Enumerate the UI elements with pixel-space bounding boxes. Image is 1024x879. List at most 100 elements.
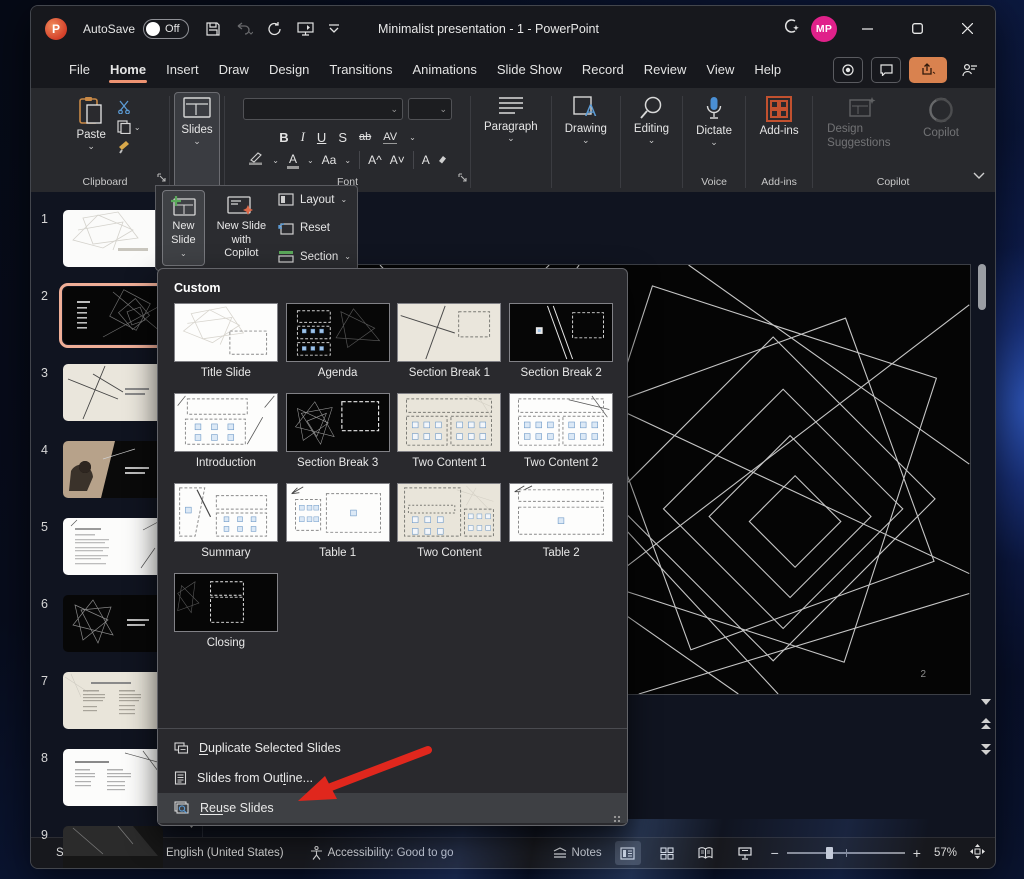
menu-item-slides-from-outline[interactable]: Slides from Outline... — [158, 763, 627, 793]
font-size-combobox[interactable]: ⌄ — [408, 98, 452, 120]
layout-two-content-2[interactable]: Two Content 2 — [505, 393, 617, 469]
cut-button[interactable] — [117, 100, 141, 114]
layout-closing[interactable]: Closing — [170, 573, 282, 649]
copilot-titlebar-icon[interactable] — [781, 16, 801, 41]
save-icon[interactable] — [205, 21, 221, 37]
zoom-slider-thumb[interactable] — [826, 847, 833, 859]
close-button[interactable] — [947, 14, 987, 44]
underline-button[interactable]: U — [317, 130, 326, 145]
paragraph-button[interactable]: Paragraph⌄ — [477, 92, 545, 145]
undo-icon[interactable] — [235, 21, 253, 36]
zoom-slider[interactable] — [787, 852, 905, 854]
layout-menu-button[interactable]: Layout⌄ — [278, 193, 351, 206]
menu-resize-grip[interactable] — [613, 815, 621, 823]
tab-file[interactable]: File — [59, 54, 100, 86]
editing-button[interactable]: Editing⌄ — [627, 92, 676, 147]
menu-item-duplicate-selected-slides[interactable]: Duplicate Selected Slides — [158, 733, 627, 763]
accessibility-status[interactable]: Accessibility: Good to go — [310, 846, 454, 860]
user-avatar[interactable]: MP — [811, 16, 837, 42]
bold-button[interactable]: B — [279, 130, 288, 145]
text-shadow-button[interactable]: S — [338, 130, 347, 145]
next-slide-button[interactable] — [981, 742, 991, 760]
layout-section-break-2[interactable]: Section Break 2 — [505, 303, 617, 379]
pen-chevron[interactable]: ⌄ — [272, 156, 279, 165]
slides-group-button[interactable]: Slides ⌄ — [174, 92, 220, 188]
slideshow-view-button[interactable] — [732, 841, 758, 865]
strikethrough-button[interactable]: ab — [359, 131, 371, 143]
slide-thumb-preview — [63, 595, 163, 652]
record-button[interactable] — [833, 57, 863, 83]
reading-view-button[interactable] — [693, 841, 719, 865]
layout-title-slide[interactable]: Title Slide — [170, 303, 282, 379]
character-spacing-button[interactable]: AV — [383, 131, 397, 144]
powerpoint-logo-icon[interactable]: P — [45, 18, 67, 40]
copy-button[interactable]: ⌄ — [117, 120, 141, 134]
highlight-pen-icon[interactable] — [248, 152, 264, 168]
dictate-button[interactable]: Dictate⌄ — [689, 92, 739, 149]
zoom-level[interactable]: 57% — [934, 847, 957, 859]
tab-review[interactable]: Review — [634, 54, 697, 86]
clear-formatting-button[interactable]: A — [422, 153, 430, 167]
layout-section-break-3[interactable]: Section Break 3 — [282, 393, 394, 469]
layout-table-2[interactable]: Table 2 — [505, 483, 617, 559]
tab-home[interactable]: Home — [100, 54, 156, 86]
italic-button[interactable]: I — [301, 129, 305, 145]
tab-record[interactable]: Record — [572, 54, 634, 86]
vertical-scrollbar[interactable] — [976, 264, 988, 869]
tab-slide-show[interactable]: Slide Show — [487, 54, 572, 86]
tab-animations[interactable]: Animations — [403, 54, 487, 86]
redo-icon[interactable] — [267, 21, 283, 37]
font-dialog-launcher[interactable] — [458, 169, 467, 187]
start-slideshow-icon[interactable] — [297, 21, 314, 37]
copy-dropdown-chevron[interactable]: ⌄ — [134, 123, 141, 132]
tab-insert[interactable]: Insert — [156, 54, 209, 86]
autosave-toggle[interactable]: Off — [143, 19, 189, 39]
grow-font-button[interactable]: A^ — [368, 153, 382, 167]
layout-agenda[interactable]: Agenda — [282, 303, 394, 379]
customize-qat-icon[interactable] — [328, 24, 340, 34]
share-button[interactable] — [909, 57, 947, 83]
slide-thumb-9[interactable]: 9 — [31, 826, 203, 869]
font-color-chevron[interactable]: ⌄ — [307, 156, 314, 165]
scrollbar-thumb[interactable] — [978, 264, 986, 310]
new-slide-with-copilot-button[interactable]: New Slidewith Copilot — [211, 190, 272, 266]
case-chevron[interactable]: ⌄ — [344, 156, 351, 165]
spacing-chevron[interactable]: ⌄ — [409, 133, 416, 142]
zoom-in-button[interactable]: + — [913, 845, 921, 861]
slide-sorter-view-button[interactable] — [654, 841, 680, 865]
minimize-button[interactable] — [847, 14, 887, 44]
comments-button[interactable] — [871, 57, 901, 83]
new-slide-button[interactable]: NewSlide ⌄ — [162, 190, 205, 266]
shrink-font-button[interactable]: A˅ — [390, 153, 405, 167]
addins-button[interactable]: Add-ins — [753, 92, 806, 141]
tab-draw[interactable]: Draw — [209, 54, 259, 86]
layout-introduction[interactable]: Introduction — [170, 393, 282, 469]
tab-view[interactable]: View — [696, 54, 744, 86]
tab-design[interactable]: Design — [259, 54, 319, 86]
tab-transitions[interactable]: Transitions — [319, 54, 402, 86]
normal-view-button[interactable] — [615, 841, 641, 865]
section-menu-button[interactable]: Section⌄ — [278, 250, 351, 263]
previous-slide-button[interactable] — [981, 717, 991, 735]
presenter-coach-icon[interactable] — [955, 57, 985, 83]
maximize-button[interactable] — [897, 14, 937, 44]
scroll-down-arrow[interactable] — [981, 692, 991, 710]
collapse-ribbon-chevron[interactable] — [973, 166, 985, 184]
font-name-combobox[interactable]: ⌄ — [243, 98, 403, 120]
format-painter-button[interactable] — [117, 140, 141, 154]
menu-item-reuse-slides[interactable]: Reuse Slides — [158, 793, 627, 823]
zoom-out-button[interactable]: − — [771, 845, 779, 861]
layout-two-content[interactable]: Two Content — [394, 483, 506, 559]
layout-section-break-1[interactable]: Section Break 1 — [394, 303, 506, 379]
layout-summary[interactable]: Summary — [170, 483, 282, 559]
slide-thumb-preview — [63, 749, 163, 806]
change-case-button[interactable]: Aa — [322, 153, 337, 167]
tab-help[interactable]: Help — [744, 54, 791, 86]
layout-table-1[interactable]: Table 1 — [282, 483, 394, 559]
reset-button[interactable]: Reset — [278, 221, 351, 235]
drawing-button[interactable]: A Drawing⌄ — [558, 92, 614, 147]
notes-button[interactable]: Notes — [553, 847, 602, 859]
layout-two-content-1[interactable]: Two Content 1 — [394, 393, 506, 469]
font-color-button[interactable]: A — [287, 152, 299, 169]
paste-button[interactable]: Paste ⌄ — [69, 92, 112, 154]
